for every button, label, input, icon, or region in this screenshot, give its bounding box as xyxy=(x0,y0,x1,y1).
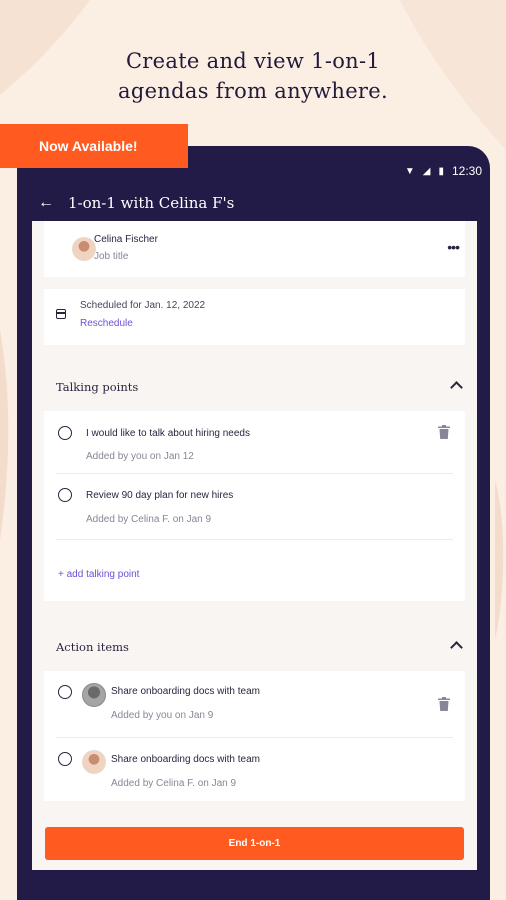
chevron-up-icon[interactable] xyxy=(450,381,463,394)
action-item-checkbox[interactable] xyxy=(58,752,72,766)
headline: Create and view 1-on-1 agendas from anyw… xyxy=(0,46,506,106)
avatar xyxy=(82,750,106,774)
headline-line-1: Create and view 1-on-1 xyxy=(125,49,381,73)
divider xyxy=(56,539,453,540)
more-icon[interactable]: ••• xyxy=(447,239,460,255)
schedule-card: Scheduled for Jan. 12, 2022 Reschedule xyxy=(44,289,465,345)
end-1-on-1-label: End 1-on-1 xyxy=(228,838,281,849)
action-item-meta: Added by Celina F. on Jan 9 xyxy=(111,778,237,789)
action-items-card: Share onboarding docs with team Added by… xyxy=(44,671,465,801)
battery-icon: ▮ xyxy=(438,165,444,177)
status-time: 12:30 xyxy=(451,164,482,178)
talking-point-meta: Added by Celina F. on Jan 9 xyxy=(86,514,212,525)
talking-point-meta: Added by you on Jan 12 xyxy=(86,451,194,462)
action-item-meta: Added by you on Jan 9 xyxy=(111,710,214,721)
divider xyxy=(56,473,453,474)
action-item-text: Share onboarding docs with team xyxy=(111,686,260,697)
reschedule-link[interactable]: Reschedule xyxy=(80,318,133,329)
app-screen: Celina Fischer Job title ••• Scheduled f… xyxy=(32,221,477,870)
status-bar: ▼ ◢ ▮ 12:30 xyxy=(405,164,482,178)
wifi-icon: ▼ xyxy=(404,165,415,177)
calendar-icon xyxy=(56,309,66,319)
add-talking-point-link[interactable]: + add talking point xyxy=(58,569,139,580)
trash-icon[interactable] xyxy=(438,697,450,711)
profile-card: Celina Fischer Job title ••• xyxy=(44,221,465,277)
talking-point-checkbox[interactable] xyxy=(58,426,72,440)
headline-line-2: agendas from anywhere. xyxy=(118,79,388,103)
talking-point-text: Review 90 day plan for new hires xyxy=(86,490,234,501)
chevron-up-icon[interactable] xyxy=(450,641,463,654)
page-title: 1-on-1 with Celina F's xyxy=(68,194,235,212)
signal-icon: ◢ xyxy=(422,165,431,177)
talking-point-text: I would like to talk about hiring needs xyxy=(86,428,250,439)
app-bar: ← 1-on-1 with Celina F's xyxy=(38,193,234,213)
avatar xyxy=(82,683,106,707)
talking-points-card: I would like to talk about hiring needs … xyxy=(44,411,465,601)
trash-icon[interactable] xyxy=(438,425,450,439)
talking-point-checkbox[interactable] xyxy=(58,488,72,502)
end-1-on-1-button[interactable]: End 1-on-1 xyxy=(45,827,464,860)
action-item-checkbox[interactable] xyxy=(58,685,72,699)
back-arrow-icon[interactable]: ← xyxy=(38,193,54,213)
action-items-title: Action items xyxy=(56,640,129,654)
now-available-banner: Now Available! xyxy=(0,124,188,168)
profile-job-title: Job title xyxy=(94,251,129,262)
divider xyxy=(56,737,453,738)
action-item-text: Share onboarding docs with team xyxy=(111,754,260,765)
talking-points-title: Talking points xyxy=(56,380,139,394)
profile-name: Celina Fischer xyxy=(94,234,158,245)
banner-label: Now Available! xyxy=(39,138,138,154)
schedule-label: Scheduled for Jan. 12, 2022 xyxy=(80,300,206,311)
avatar xyxy=(72,237,96,261)
